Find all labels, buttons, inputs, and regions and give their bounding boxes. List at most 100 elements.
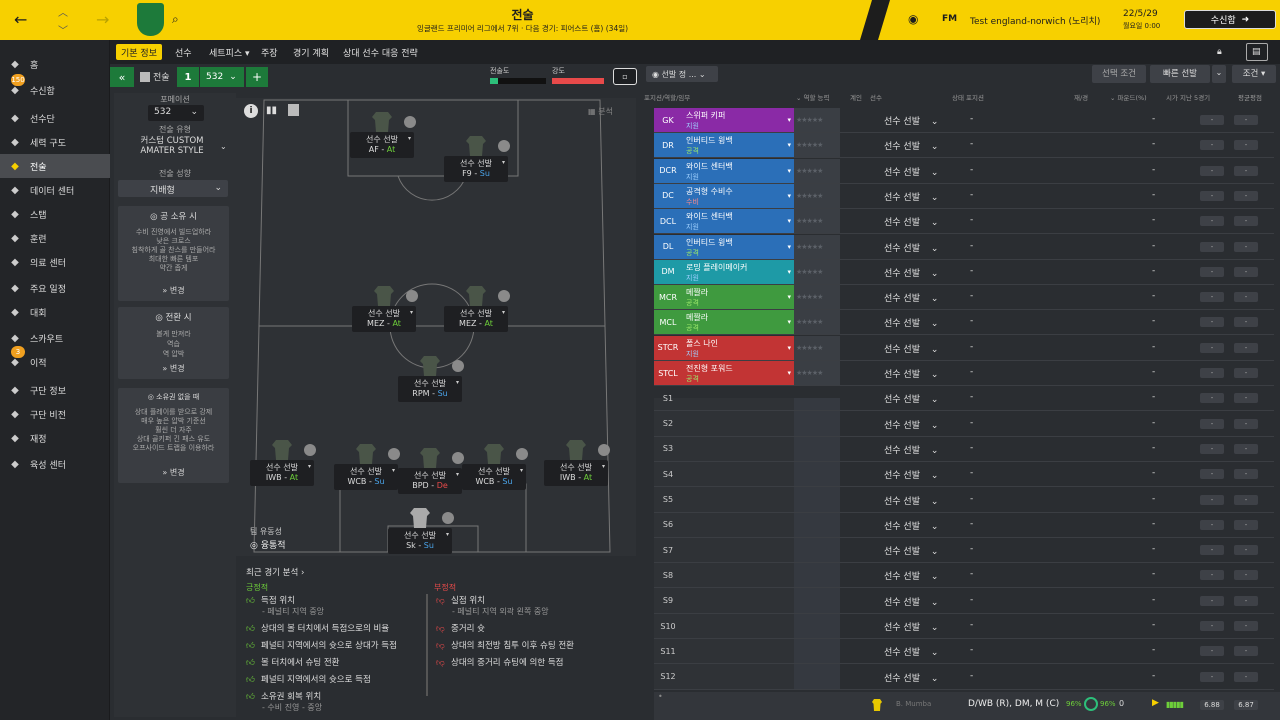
chevron-down-icon[interactable]: ▾ — [392, 467, 395, 474]
out-possession-change[interactable]: » 변경 — [118, 467, 229, 478]
footer-player[interactable]: B. Mumba — [896, 700, 931, 708]
header-sharpness[interactable]: ⌄ 파운드(%) — [1110, 92, 1147, 102]
game-name[interactable]: Test england-norwich (노리치) — [970, 14, 1100, 27]
header-last5[interactable]: 시가 지난 5경기 — [1166, 92, 1210, 102]
table-row[interactable]: S6 선수 선발 ⌄ - - - - — [654, 513, 1274, 538]
sidebar-item-14[interactable]: ◆ 구단 비전 — [0, 402, 110, 426]
player-select-dropdown[interactable]: 선수 선발 ⌄ — [884, 215, 938, 228]
row-role[interactable]: 와이드 센터백 지원 ▾ — [682, 158, 794, 183]
header-avg-rating[interactable]: 평균평점 — [1238, 92, 1262, 102]
table-row[interactable]: DCL 와이드 센터백 지원 ▾ ★★★★★ 선수 선발 ⌄ - - - - — [654, 209, 1274, 235]
table-row[interactable]: DCR 와이드 센터백 지원 ▾ ★★★★★ 선수 선발 ⌄ - - - - — [654, 158, 1274, 184]
pitch-player-slot[interactable]: 선수 선발 BPD - De ▾ — [398, 448, 464, 498]
chevron-down-icon[interactable]: ▾ — [787, 141, 791, 149]
conditions-button[interactable]: 조건 ▾ — [1232, 65, 1276, 83]
transition-panel[interactable]: ◎ 전환 시 볼게 만져라 역습 역 압박 » 변경 — [118, 307, 229, 379]
style-value[interactable]: 커스텀 CUSTOM AMATER STYLE — [124, 134, 220, 156]
player-select-dropdown[interactable]: 선수 선발 ⌄ — [884, 595, 938, 608]
table-row[interactable]: STCL 전진형 포워드 공격 ▾ ★★★★★ 선수 선발 ⌄ - - - - — [654, 361, 1274, 386]
positive-item[interactable]: 👍︎ 페널티 지역에서의 슛으로 득점 — [246, 673, 371, 685]
selection-conditions-button[interactable]: 선택 조건 — [1092, 65, 1146, 83]
club-crest-icon[interactable] — [137, 3, 164, 36]
sidebar-item-10[interactable]: ◆ 대회 — [0, 300, 110, 324]
player-select-dropdown[interactable]: 선수 선발 ⌄ — [884, 241, 938, 254]
table-row[interactable]: DM 로밍 플레이메이커 지원 ▾ ★★★★★ 선수 선발 ⌄ - - - - — [654, 259, 1274, 285]
chevron-down-icon[interactable]: ⌄ — [220, 142, 227, 151]
header-individual[interactable]: 계인 — [850, 92, 862, 102]
header-apps[interactable]: 재/경 — [1074, 92, 1088, 102]
header-role-ability[interactable]: ⌄ 역할 능력 — [796, 92, 830, 102]
pitch-player-slot[interactable]: 선수 선발 Sk - Su ▾ — [388, 508, 454, 558]
player-card[interactable]: 선수 선발 Sk - Su ▾ — [388, 528, 452, 554]
quick-pick-dropdown[interactable]: ⌄ — [1212, 65, 1226, 83]
quick-pick-button[interactable]: 빠른 선발 — [1150, 65, 1210, 83]
pitch-player-slot[interactable]: 선수 선발 MEZ - At ▾ — [352, 286, 418, 336]
player-select-dropdown[interactable]: 선수 선발 ⌄ — [884, 569, 938, 582]
continue-button[interactable]: 수신함 ➜ — [1184, 10, 1276, 29]
sidebar-item-8[interactable]: ◆ 의료 센터 — [0, 250, 110, 274]
sidebar-item-7[interactable]: ◆ 훈련 — [0, 226, 110, 250]
player-select-dropdown[interactable]: 선수 선발 ⌄ — [884, 418, 938, 431]
row-role[interactable]: 인버티드 윙백 공격 ▾ — [682, 234, 794, 259]
table-row[interactable]: S2 선수 선발 ⌄ - - - - — [654, 412, 1274, 437]
collapse-button[interactable]: « — [110, 67, 134, 87]
header-condition[interactable]: 상태 — [952, 92, 964, 102]
player-select-dropdown[interactable]: 선수 선발 ⌄ — [884, 392, 938, 405]
table-row[interactable]: STCR 폴스 나인 지원 ▾ ★★★★★ 선수 선발 ⌄ - - - - — [654, 335, 1274, 361]
table-row[interactable]: S4 선수 선발 ⌄ - - - - — [654, 462, 1274, 488]
chevron-down-icon[interactable]: ▾ — [308, 463, 311, 470]
player-select-dropdown[interactable]: 선수 선발 ⌄ — [884, 544, 938, 557]
pitch-player-slot[interactable]: 선수 선발 IWB - At ▾ — [250, 440, 316, 490]
lock-icon[interactable]: 🔒︎ — [1212, 44, 1227, 60]
negative-item[interactable]: 👎︎ 상대의 최전방 침투 이후 슈팅 전환 — [436, 639, 574, 651]
row-role[interactable]: 메짤라 공격 ▾ — [682, 310, 794, 335]
player-card[interactable]: 선수 선발 WCB - Su ▾ — [334, 464, 398, 490]
search-icon[interactable]: ⌕ — [172, 12, 179, 27]
chevron-down-icon[interactable]: ▾ — [520, 467, 523, 474]
table-row[interactable]: S12 선수 선발 ⌄ - - - - — [654, 665, 1274, 690]
chevron-down-icon[interactable]: ▾ — [456, 471, 459, 478]
transition-change[interactable]: » 변경 — [118, 363, 229, 374]
table-row[interactable]: S5 선수 선발 ⌄ - - - - — [654, 488, 1274, 513]
player-card[interactable]: 선수 선발 IWB - At ▾ — [250, 460, 314, 486]
player-card[interactable]: 선수 선발 IWB - At ▾ — [544, 460, 608, 486]
pitch-player-slot[interactable]: 선수 선발 F9 - Su ▾ — [444, 136, 510, 186]
player-select-dropdown[interactable]: 선수 선발 ⌄ — [884, 468, 938, 481]
player-select-dropdown[interactable]: 선수 선발 ⌄ — [884, 342, 938, 355]
chevron-down-icon[interactable]: ▾ — [456, 379, 459, 386]
player-card[interactable]: 선수 선발 BPD - De ▾ — [398, 468, 462, 494]
row-role[interactable]: 스위퍼 키퍼 지원 ▾ — [682, 108, 794, 132]
pitch-player-slot[interactable]: 선수 선발 RPM - Su ▾ — [398, 356, 464, 406]
player-card[interactable]: 선수 선발 F9 - Su ▾ — [444, 156, 508, 182]
sidebar-item-4[interactable]: ◆ 전술 — [0, 154, 110, 178]
in-possession-change[interactable]: » 변경 — [118, 285, 229, 296]
formation-dropdown[interactable]: 532 ⌄ — [200, 67, 244, 87]
info-icon[interactable]: i — [244, 104, 258, 118]
table-row[interactable]: DC 공격형 수비수 수비 ▾ ★★★★★ 선수 선발 ⌄ - - - - — [654, 183, 1274, 209]
player-select-dropdown[interactable]: 선수 선발 ⌄ — [884, 443, 938, 456]
tactic-menu-button[interactable]: ▫︎ — [613, 68, 637, 85]
chevron-down-icon[interactable]: ▾ — [502, 309, 505, 316]
chevron-up-icon[interactable]: ︿ — [58, 4, 68, 19]
player-select-dropdown[interactable]: 선수 선발 ⌄ — [884, 316, 938, 329]
sidebar-item-13[interactable]: ◆ 구단 정보 — [0, 378, 110, 402]
row-role[interactable]: 폴스 나인 지원 ▾ — [682, 335, 794, 360]
positive-item[interactable]: 👍︎ 소유권 회복 위치 — [246, 690, 321, 702]
in-possession-panel[interactable]: ◎ 공 소유 시 수비 진영에서 빌드업하라 낮은 크로스 침착하게 골 찬스를… — [118, 206, 229, 301]
player-select-dropdown[interactable]: 선수 선발 ⌄ — [884, 114, 938, 127]
table-row[interactable]: S3 선수 선발 ⌄ - - - - — [654, 437, 1274, 462]
stats-icon[interactable]: ▮▮ — [266, 105, 277, 116]
positive-item[interactable]: 👍︎ 페널티 지역에서의 슛으로 상대가 득점 — [246, 639, 397, 651]
view-toggle-icon[interactable]: ▤ — [1246, 43, 1268, 61]
row-role[interactable]: 인버티드 윙백 공격 ▾ — [682, 133, 794, 158]
tab-opposition[interactable]: 상대 선수 대응 전략 — [338, 44, 423, 60]
formation-select[interactable]: 532 ⌄ — [148, 105, 204, 121]
sidebar-item-2[interactable]: ◆ 선수단 — [0, 106, 110, 130]
fm-logo[interactable]: FM — [942, 14, 957, 24]
table-row[interactable]: DL 인버티드 윙백 공격 ▾ ★★★★★ 선수 선발 ⌄ - - - - — [654, 234, 1274, 260]
table-row[interactable]: S11 선수 선발 ⌄ - - - - — [654, 639, 1274, 665]
positive-item[interactable]: 👍︎ 볼 터치에서 슈팅 전환 — [246, 656, 340, 668]
table-row[interactable]: MCR 메짤라 공격 ▾ ★★★★★ 선수 선발 ⌄ - - - - — [654, 285, 1274, 311]
pitch-player-slot[interactable]: 선수 선발 WCB - Su ▾ — [462, 444, 528, 494]
player-select-dropdown[interactable]: 선수 선발 ⌄ — [884, 645, 938, 658]
